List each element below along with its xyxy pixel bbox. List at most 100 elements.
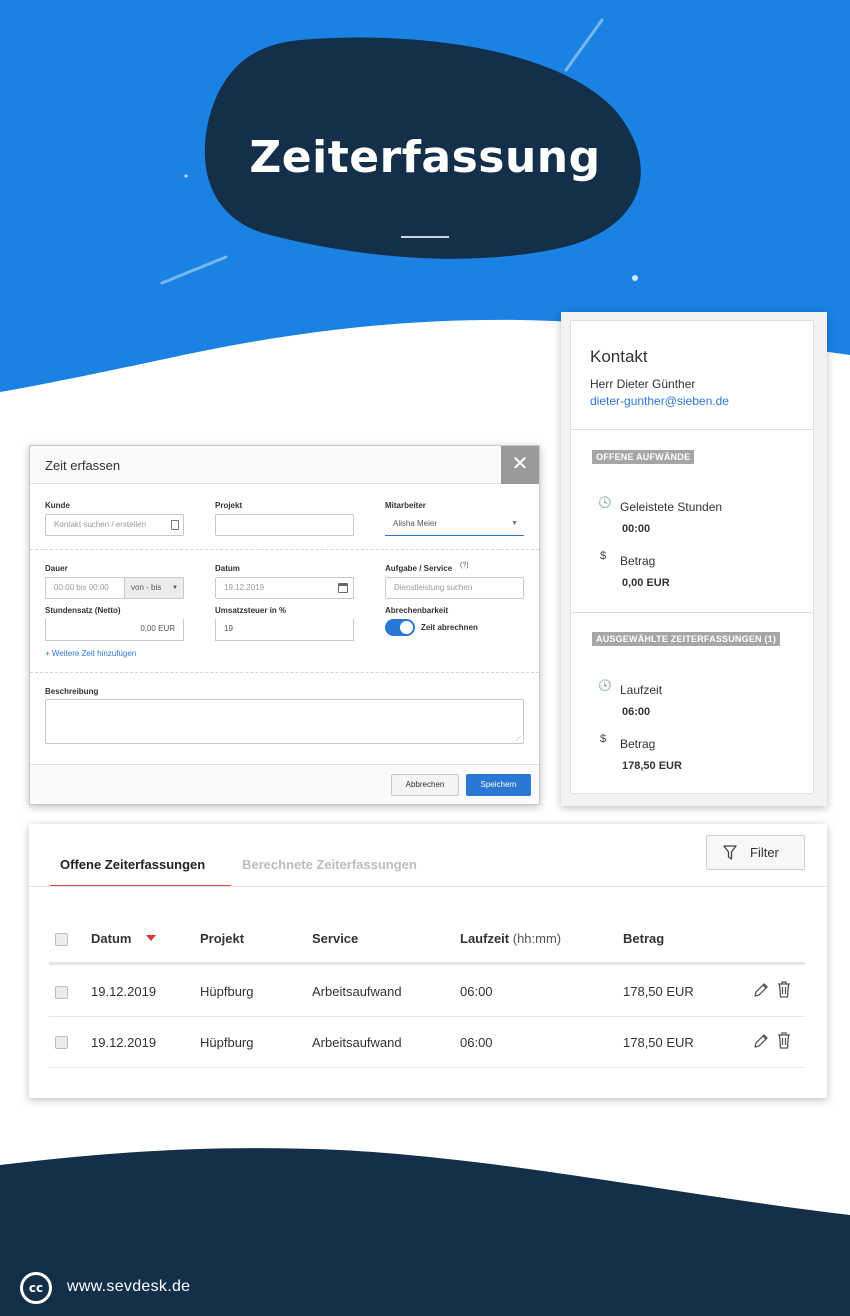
cell-projekt: Hüpfburg: [200, 1035, 254, 1050]
dialog-title: Zeit erfassen: [45, 458, 121, 473]
umsatzsteuer-input[interactable]: 19: [215, 619, 354, 641]
close-icon[interactable]: ✕: [501, 446, 539, 484]
row-checkbox[interactable]: [55, 1036, 68, 1049]
contact-panel-inner: Kontakt Herr Dieter Günther dieter-gunth…: [570, 320, 814, 794]
selected-entries-badge: AUSGEWÄHLTE ZEITERFASSUNGEN (1): [592, 632, 781, 646]
kunde-placeholder: Kontakt suchen / erstellen: [54, 520, 147, 529]
header-divider: [49, 962, 805, 965]
umsatzsteuer-label: Umsatzsteuer in %: [215, 606, 287, 615]
row-checkbox[interactable]: [55, 986, 68, 999]
add-time-link[interactable]: + Weitere Zeit hinzufügen: [45, 649, 136, 658]
projekt-label: Projekt: [215, 501, 243, 510]
amount-value: 0,00 EUR: [622, 577, 670, 589]
open-expenses-badge: OFFENE AUFWÄNDE: [592, 450, 695, 464]
column-projekt[interactable]: Projekt: [200, 931, 244, 946]
filter-button[interactable]: Filter: [706, 835, 805, 870]
dauer-mode-value: von - bis: [131, 583, 162, 592]
title-underline: [401, 236, 449, 238]
datum-label: Datum: [215, 564, 240, 573]
deco-dot-1: [632, 275, 638, 281]
column-betrag[interactable]: Betrag: [623, 931, 664, 946]
creative-commons-icon: cc: [20, 1272, 52, 1304]
hours-label: Geleistete Stunden: [620, 500, 723, 514]
pencil-icon[interactable]: [752, 1032, 770, 1050]
chevron-down-icon: ▼: [511, 520, 518, 527]
time-entry-dialog: Zeit erfassen ✕ Kunde Kontakt suchen / e…: [29, 445, 540, 805]
cell-laufzeit: 06:00: [460, 984, 493, 999]
cell-service: Arbeitsaufwand: [312, 984, 402, 999]
contact-card-icon: [171, 520, 179, 530]
datum-input[interactable]: 19.12.2019: [215, 577, 354, 599]
chevron-down-icon: ▼: [172, 585, 178, 591]
projekt-input[interactable]: [215, 514, 354, 536]
toggle-knob: [400, 621, 413, 634]
column-service[interactable]: Service: [312, 931, 358, 946]
datum-placeholder: 19.12.2019: [224, 583, 265, 592]
contact-email-link[interactable]: dieter-gunther@sieben.de: [590, 394, 729, 408]
abrechenbarkeit-label: Abrechenbarkeit: [385, 606, 449, 615]
page-title: Zeiterfassung: [249, 132, 601, 183]
select-all-checkbox[interactable]: [55, 933, 68, 946]
aufgabe-input[interactable]: Dienstleistung suchen: [385, 577, 524, 599]
aufgabe-label: Aufgabe / Service: [385, 564, 453, 573]
cancel-button[interactable]: Abbrechen: [391, 774, 459, 796]
panel-divider-1: [571, 429, 813, 430]
dauer-input[interactable]: 00:00 bis 00:00: [45, 577, 125, 599]
tab-billed-entries[interactable]: Berechnete Zeiterfassungen: [242, 857, 417, 872]
cell-datum: 19.12.2019: [91, 1035, 157, 1050]
filter-icon: [723, 845, 737, 860]
column-laufzeit[interactable]: Laufzeit (hh:mm): [460, 931, 561, 946]
cell-laufzeit: 06:00: [460, 1035, 493, 1050]
dauer-mode-select[interactable]: von - bis ▼: [124, 577, 184, 599]
hours-value: 00:00: [622, 523, 651, 535]
clock-icon: 🕓: [598, 680, 612, 692]
runtime-value: 06:00: [622, 706, 651, 718]
trash-icon[interactable]: [776, 1031, 792, 1050]
dauer-label: Dauer: [45, 564, 68, 573]
trash-icon[interactable]: [776, 980, 792, 999]
mitarbeiter-select[interactable]: Alisha Meier ▼: [385, 514, 524, 536]
contact-heading: Kontakt: [590, 347, 648, 366]
pencil-icon[interactable]: [752, 981, 770, 999]
row-divider: [49, 1067, 805, 1068]
tabs-divider: [29, 886, 827, 887]
filter-label: Filter: [750, 845, 779, 860]
amount-label: Betrag: [620, 554, 656, 568]
dialog-separator-1: [30, 549, 539, 550]
beschreibung-label: Beschreibung: [45, 687, 99, 696]
help-icon[interactable]: (?): [460, 562, 469, 569]
column-laufzeit-label: Laufzeit: [460, 931, 510, 946]
resize-handle-icon[interactable]: ⟋: [516, 736, 521, 744]
tab-open-entries[interactable]: Offene Zeiterfassungen: [60, 857, 205, 872]
panel-divider-2: [571, 612, 813, 613]
selected-amount-value: 178,50 EUR: [622, 760, 682, 772]
beschreibung-textarea[interactable]: [45, 699, 524, 744]
stundensatz-input[interactable]: 0,00 EUR: [45, 619, 184, 641]
mitarbeiter-label: Mitarbeiter: [385, 501, 426, 510]
dialog-separator-2: [30, 672, 539, 673]
cell-betrag: 178,50 EUR: [623, 984, 694, 999]
contact-name: Herr Dieter Günther: [590, 377, 696, 391]
calendar-icon: [338, 583, 348, 593]
dollar-icon: $: [600, 550, 607, 562]
kunde-label: Kunde: [45, 501, 70, 510]
column-laufzeit-unit: (hh:mm): [512, 931, 562, 946]
sort-desc-icon[interactable]: [146, 935, 156, 941]
row-divider: [49, 1016, 805, 1017]
cell-service: Arbeitsaufwand: [312, 1035, 402, 1050]
save-button[interactable]: Speichern: [466, 774, 531, 796]
mitarbeiter-value: Alisha Meier: [393, 519, 438, 528]
kunde-input[interactable]: Kontakt suchen / erstellen: [45, 514, 184, 536]
dialog-header: Zeit erfassen ✕: [30, 446, 539, 484]
billable-toggle-label: Zeit abrechnen: [421, 623, 478, 632]
runtime-label: Laufzeit: [620, 683, 663, 697]
cell-betrag: 178,50 EUR: [623, 1035, 694, 1050]
footer-url[interactable]: www.sevdesk.de: [67, 1278, 190, 1296]
column-datum[interactable]: Datum: [91, 931, 131, 946]
billable-toggle[interactable]: [385, 619, 415, 636]
cell-projekt: Hüpfburg: [200, 984, 254, 999]
dialog-footer: Abbrechen Speichern: [30, 764, 539, 804]
stundensatz-label: Stundensatz (Netto): [45, 606, 121, 615]
contact-panel: Kontakt Herr Dieter Günther dieter-gunth…: [561, 312, 827, 806]
selected-amount-label: Betrag: [620, 737, 656, 751]
